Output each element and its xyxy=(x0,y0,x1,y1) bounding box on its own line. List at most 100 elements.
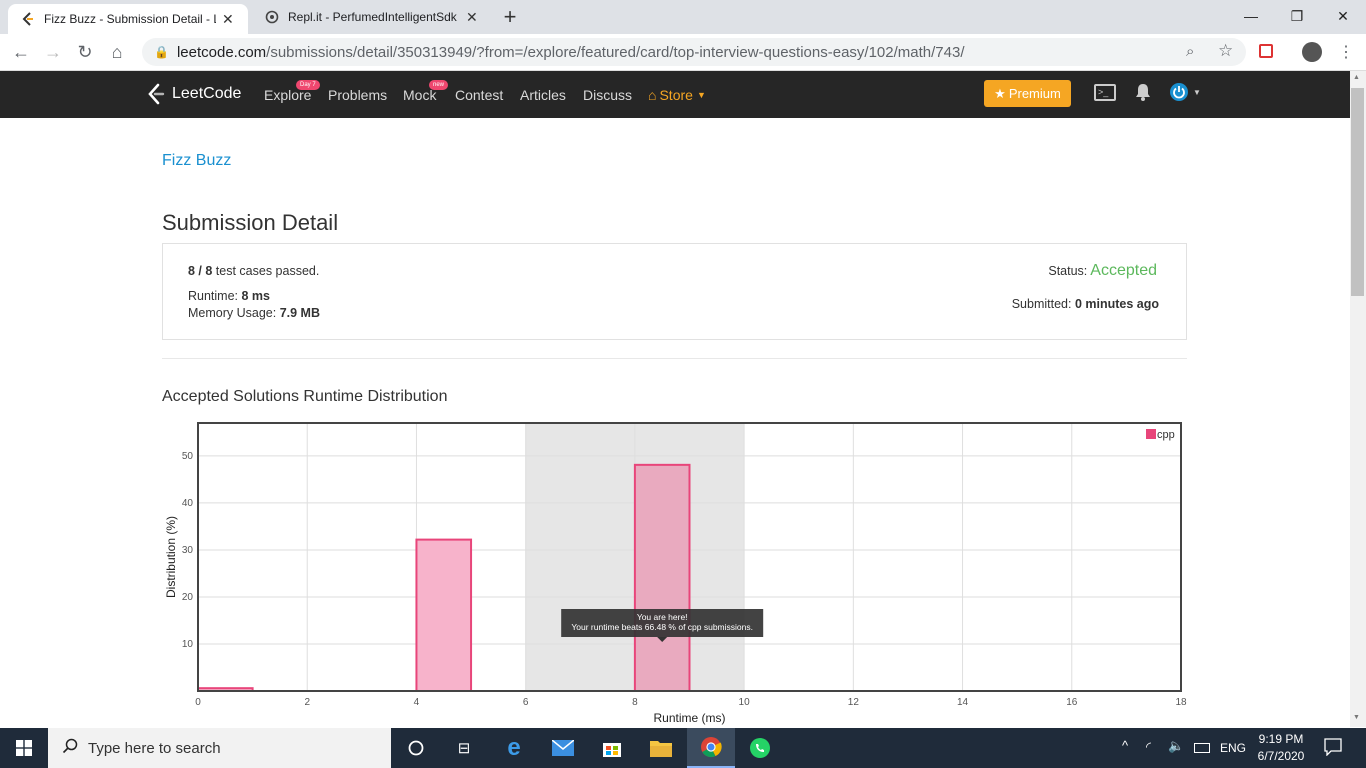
close-tab-icon[interactable]: ✕ xyxy=(222,11,234,28)
nav-articles[interactable]: Articles xyxy=(520,71,566,118)
leetcode-logo[interactable]: LeetCode xyxy=(147,80,241,108)
tab-leetcode[interactable]: Fizz Buzz - Submission Detail - LeetCode… xyxy=(8,4,248,34)
leetcode-favicon-icon xyxy=(20,11,36,27)
file-explorer-icon[interactable] xyxy=(637,728,685,768)
volume-icon[interactable]: 🔈 xyxy=(1168,738,1184,754)
tab-replit[interactable]: Repl.it - PerfumedIntelligentSdk ✕ xyxy=(252,0,488,34)
wifi-icon[interactable]: ◜ xyxy=(1146,739,1151,755)
search-icon xyxy=(62,738,78,758)
windows-start-icon[interactable] xyxy=(0,728,48,768)
scroll-down-arrow-icon[interactable]: ▼ xyxy=(1353,714,1360,721)
logo-text: LeetCode xyxy=(172,85,242,102)
url-host: leetcode.com xyxy=(176,43,267,61)
status-line: Status: Accepted xyxy=(1048,262,1157,280)
explore-badge: Day 7 xyxy=(296,80,320,90)
notification-bell-icon[interactable] xyxy=(1135,83,1151,106)
runtime-value: 8 ms xyxy=(241,289,271,303)
tab-title: Repl.it - PerfumedIntelligentSdk xyxy=(288,10,457,24)
legend-label: cpp xyxy=(1157,429,1175,441)
x-tick-label: 14 xyxy=(957,697,969,708)
nav-discuss-label: Discuss xyxy=(583,86,633,103)
cortana-icon[interactable] xyxy=(392,728,440,768)
submitted-label: Submitted: xyxy=(1011,297,1075,311)
nav-store-label: Store xyxy=(659,86,693,103)
nav-explore[interactable]: Explore xyxy=(264,71,311,118)
nav-discuss[interactable]: Discuss xyxy=(583,71,632,118)
nav-contest-label: Contest xyxy=(455,86,504,103)
submission-detail-panel xyxy=(162,243,1187,340)
playground-icon[interactable]: >_ xyxy=(1094,84,1116,101)
x-tick-label: 18 xyxy=(1175,697,1187,708)
home-icon[interactable]: ⌂ xyxy=(102,34,132,70)
problem-title-link[interactable]: Fizz Buzz xyxy=(162,152,231,170)
bar-8ms[interactable] xyxy=(633,463,691,693)
legend-swatch xyxy=(1146,429,1156,439)
x-tick-label: 6 xyxy=(523,697,529,708)
test-cases-result: 8 / 8 test cases passed. xyxy=(188,264,319,278)
x-tick-label: 16 xyxy=(1066,697,1078,708)
restore-icon[interactable]: ❐ xyxy=(1274,0,1320,32)
reload-icon[interactable]: ↻ xyxy=(70,34,100,70)
premium-button[interactable]: ★ Premium xyxy=(984,80,1071,107)
nav-mock[interactable]: Mock xyxy=(403,71,436,118)
minimize-icon[interactable]: — xyxy=(1228,0,1274,32)
new-tab-button[interactable]: + xyxy=(498,4,522,30)
y-tick-label: 10 xyxy=(182,639,194,650)
passed-suffix: test cases passed. xyxy=(212,264,320,278)
x-tick-label: 10 xyxy=(739,697,751,708)
bar-4ms[interactable] xyxy=(415,538,473,692)
store-app-icon[interactable] xyxy=(588,728,636,768)
tooltip-line-2: Your runtime beats 66.48 % of cpp submis… xyxy=(571,622,753,632)
power-icon xyxy=(1173,86,1185,99)
nav-articles-label: Articles xyxy=(520,86,566,103)
search-placeholder: Type here to search xyxy=(88,739,221,757)
tray-expand-icon[interactable]: ^ xyxy=(1122,738,1128,753)
user-menu-caret-icon[interactable]: ▼ xyxy=(1193,88,1201,97)
forward-arrow-icon[interactable]: → xyxy=(38,34,68,70)
close-tab-icon[interactable]: ✕ xyxy=(466,9,478,26)
zoom-search-icon[interactable]: ⌕ xyxy=(1186,43,1194,60)
passed-count: 8 / 8 xyxy=(188,264,213,278)
scroll-up-arrow-icon[interactable]: ▲ xyxy=(1353,74,1360,81)
tooltip-line-1: You are here! xyxy=(637,612,688,622)
store-icon: ⌂ xyxy=(648,86,657,103)
replit-favicon-icon xyxy=(264,9,280,25)
memory-label: Memory Usage: xyxy=(188,306,280,320)
memory-value: 7.9 MB xyxy=(279,306,320,320)
nav-contest[interactable]: Contest xyxy=(455,71,503,118)
nav-problems[interactable]: Problems xyxy=(328,71,387,118)
whatsapp-icon[interactable] xyxy=(736,728,784,768)
action-center-icon[interactable] xyxy=(1324,738,1342,761)
y-tick-label: 40 xyxy=(182,498,194,509)
mail-icon[interactable] xyxy=(539,728,587,768)
y-tick-label: 30 xyxy=(182,545,194,556)
scrollbar-thumb[interactable] xyxy=(1351,88,1364,296)
clock-date[interactable]: 6/7/2020 xyxy=(1255,749,1307,763)
url-bar[interactable]: 🔒 leetcode.com/submissions/detail/350313… xyxy=(142,38,1246,66)
edge-browser-icon[interactable]: e xyxy=(490,728,538,768)
language-indicator[interactable]: ENG xyxy=(1220,741,1246,755)
x-tick-label: 8 xyxy=(632,697,638,708)
clock-time[interactable]: 9:19 PM xyxy=(1255,732,1307,746)
runtime-distribution-chart: 0 2 4 6 8 10 12 14 16 18 1020304050 Runtime (ms) … xyxy=(164,422,1187,725)
chrome-icon[interactable] xyxy=(687,728,735,768)
profile-avatar[interactable] xyxy=(1302,42,1322,62)
page-title: Submission Detail xyxy=(162,210,339,235)
submitted-line: Submitted: 0 minutes ago xyxy=(1012,297,1159,311)
x-axis-label: Runtime (ms) xyxy=(653,711,725,725)
y-axis-label: Distribution (%) xyxy=(164,516,178,598)
back-arrow-icon[interactable]: ← xyxy=(6,34,36,70)
user-avatar[interactable] xyxy=(1170,83,1188,101)
battery-icon[interactable] xyxy=(1194,743,1210,753)
caret-down-icon: ▼ xyxy=(696,89,706,100)
task-view-icon[interactable]: ⊟ xyxy=(440,728,488,768)
taskbar-search-input[interactable]: Type here to search xyxy=(48,728,391,768)
extension-icon[interactable] xyxy=(1259,44,1273,58)
close-window-icon[interactable]: ✕ xyxy=(1320,0,1366,32)
bookmark-star-icon[interactable]: ☆ xyxy=(1218,41,1233,61)
nav-store[interactable]: ⌂ Store ▼ xyxy=(648,71,706,118)
browser-menu-icon[interactable]: ⋮ xyxy=(1338,42,1354,62)
x-tick-label: 12 xyxy=(848,697,860,708)
nav-problems-label: Problems xyxy=(328,86,388,103)
chart-title: Accepted Solutions Runtime Distribution xyxy=(162,388,448,405)
